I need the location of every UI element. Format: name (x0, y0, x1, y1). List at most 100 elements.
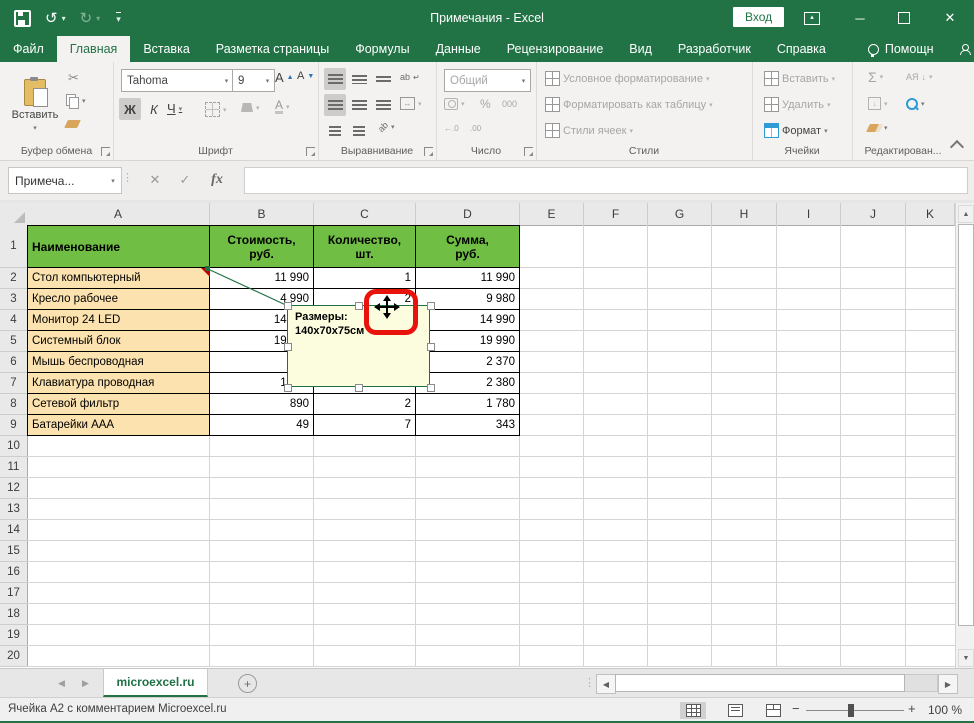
maximize-button[interactable] (882, 0, 926, 36)
table-header-cell[interactable]: Наименование (27, 225, 210, 268)
number-dialog-launcher-icon[interactable] (524, 147, 533, 156)
row-header-1[interactable]: 1 (0, 225, 28, 268)
table-cell[interactable]: Стол компьютерный (27, 268, 210, 289)
borders-button[interactable]: ▾ (205, 102, 227, 117)
column-header-F[interactable]: F (584, 203, 648, 226)
decrease-font-size-button[interactable]: А ▼ (297, 70, 314, 82)
table-cell[interactable]: Монитор 24 LED (27, 310, 210, 331)
orientation-button[interactable]: ab ▾ (376, 120, 395, 134)
italic-button[interactable]: К (143, 98, 165, 120)
row-header-11[interactable]: 11 (0, 457, 28, 478)
column-header-D[interactable]: D (416, 203, 520, 226)
increase-decimal-button[interactable]: ←.0 (444, 124, 459, 133)
column-header-J[interactable]: J (841, 203, 906, 226)
font-size-combo[interactable]: 9 ▾ (232, 69, 275, 92)
row-header-20[interactable]: 20 (0, 646, 28, 667)
comment-resize-handle[interactable] (355, 384, 363, 392)
align-right-button[interactable] (372, 94, 394, 116)
align-left-button[interactable] (324, 94, 346, 116)
table-cell[interactable]: Кресло рабочее (27, 289, 210, 310)
sort-filter-button[interactable]: АЯ ↓ ▾ (906, 72, 933, 82)
clipboard-dialog-launcher-icon[interactable] (101, 147, 110, 156)
align-center-button[interactable] (348, 94, 370, 116)
column-header-I[interactable]: I (777, 203, 841, 226)
table-cell[interactable]: 1 780 (416, 394, 520, 415)
comment-resize-handle[interactable] (284, 384, 292, 392)
row-header-15[interactable]: 15 (0, 541, 28, 562)
row-header-19[interactable]: 19 (0, 625, 28, 646)
conditional-formatting-button[interactable]: Условное форматирование ▾ (545, 71, 709, 86)
row-header-5[interactable]: 5 (0, 331, 28, 352)
row-header-10[interactable]: 10 (0, 436, 28, 457)
view-page-break-icon[interactable] (760, 702, 786, 719)
table-header-cell[interactable]: Сумма, руб. (416, 225, 520, 268)
sign-in-button[interactable]: Вход (733, 7, 785, 27)
comment-resize-handle[interactable] (355, 302, 363, 310)
scroll-down-icon[interactable]: ▼ (958, 649, 974, 667)
tab-Разработчик[interactable]: Разработчик (665, 36, 764, 62)
table-cell[interactable]: 343 (416, 415, 520, 436)
scroll-up-icon[interactable]: ▲ (958, 205, 974, 223)
row-header-7[interactable]: 7 (0, 373, 28, 394)
bold-button[interactable]: Ж (119, 98, 141, 120)
row-header-9[interactable]: 9 (0, 415, 28, 436)
row-header-17[interactable]: 17 (0, 583, 28, 604)
align-top-button[interactable] (324, 68, 346, 90)
tab-Вид[interactable]: Вид (616, 36, 665, 62)
increase-indent-button[interactable] (348, 120, 370, 142)
find-select-button[interactable]: ▾ (906, 98, 925, 110)
tab-Главная[interactable]: Главная (56, 36, 131, 62)
name-box-dropdown-icon[interactable]: ▾ (105, 168, 121, 193)
table-cell[interactable]: Системный блок (27, 331, 210, 352)
accounting-format-button[interactable]: ▾ (444, 98, 465, 110)
tab-Файл[interactable]: Файл (0, 36, 57, 62)
row-header-8[interactable]: 8 (0, 394, 28, 415)
merge-center-button[interactable]: ↔ ▾ (400, 97, 422, 110)
close-button[interactable]: ✕ (928, 0, 972, 36)
row-header-6[interactable]: 6 (0, 352, 28, 373)
new-sheet-button[interactable]: + (238, 674, 257, 693)
zoom-slider-track[interactable] (806, 710, 904, 711)
table-cell[interactable]: Клавиатура проводная (27, 373, 210, 394)
table-cell[interactable]: 11 990 (416, 268, 520, 289)
table-cell[interactable]: 49 (210, 415, 314, 436)
next-sheet-icon[interactable]: ▶ (82, 678, 89, 689)
paste-button[interactable]: Вставить ▾ (8, 68, 62, 142)
formula-input[interactable] (244, 167, 968, 194)
table-cell[interactable]: Батарейки AAA (27, 415, 210, 436)
table-header-cell[interactable]: Стоимость, руб. (210, 225, 314, 268)
format-as-table-button[interactable]: Форматировать как таблицу ▾ (545, 97, 713, 112)
table-cell[interactable]: 7 (314, 415, 416, 436)
cut-button[interactable]: ✂ (68, 70, 79, 86)
wrap-text-button[interactable]: ab ↵ (400, 72, 420, 82)
minimize-button[interactable]: ─ (838, 0, 882, 36)
decrease-decimal-button[interactable]: .00 (470, 124, 481, 133)
table-cell[interactable]: Сетевой фильтр (27, 394, 210, 415)
comment-resize-handle[interactable] (427, 384, 435, 392)
hscroll-right-icon[interactable]: ▶ (938, 674, 958, 694)
increase-font-size-button[interactable]: А ▲ (275, 70, 294, 85)
confirm-entry-icon[interactable]: ✓ (172, 167, 198, 192)
column-header-H[interactable]: H (712, 203, 777, 226)
row-header-13[interactable]: 13 (0, 499, 28, 520)
sheet-tab-active[interactable]: microexcel.ru (103, 669, 208, 697)
row-header-2[interactable]: 2 (0, 268, 28, 289)
format-painter-button[interactable] (64, 120, 81, 128)
font-color-button[interactable]: А ▾ (275, 99, 290, 114)
tab-Вставка[interactable]: Вставка (130, 36, 202, 62)
column-header-C[interactable]: C (314, 203, 416, 226)
fill-button[interactable]: ↓ ▾ (868, 97, 888, 110)
clear-button[interactable]: ▾ (866, 124, 888, 132)
comment-resize-handle[interactable] (427, 302, 435, 310)
font-dialog-launcher-icon[interactable] (306, 147, 315, 156)
cell-styles-button[interactable]: Стили ячеек ▾ (545, 123, 633, 138)
hscroll-left-icon[interactable]: ◀ (596, 674, 616, 694)
tab-Данные[interactable]: Данные (423, 36, 494, 62)
format-cells-button[interactable]: Формат ▾ (764, 123, 828, 138)
table-cell[interactable]: 11 990 (210, 268, 314, 289)
table-header-cell[interactable]: Количество, шт. (314, 225, 416, 268)
select-all-button[interactable] (0, 203, 28, 226)
font-name-combo[interactable]: Tahoma ▾ (121, 69, 234, 92)
align-middle-button[interactable] (348, 68, 370, 90)
zoom-out-icon[interactable]: − (792, 701, 800, 716)
